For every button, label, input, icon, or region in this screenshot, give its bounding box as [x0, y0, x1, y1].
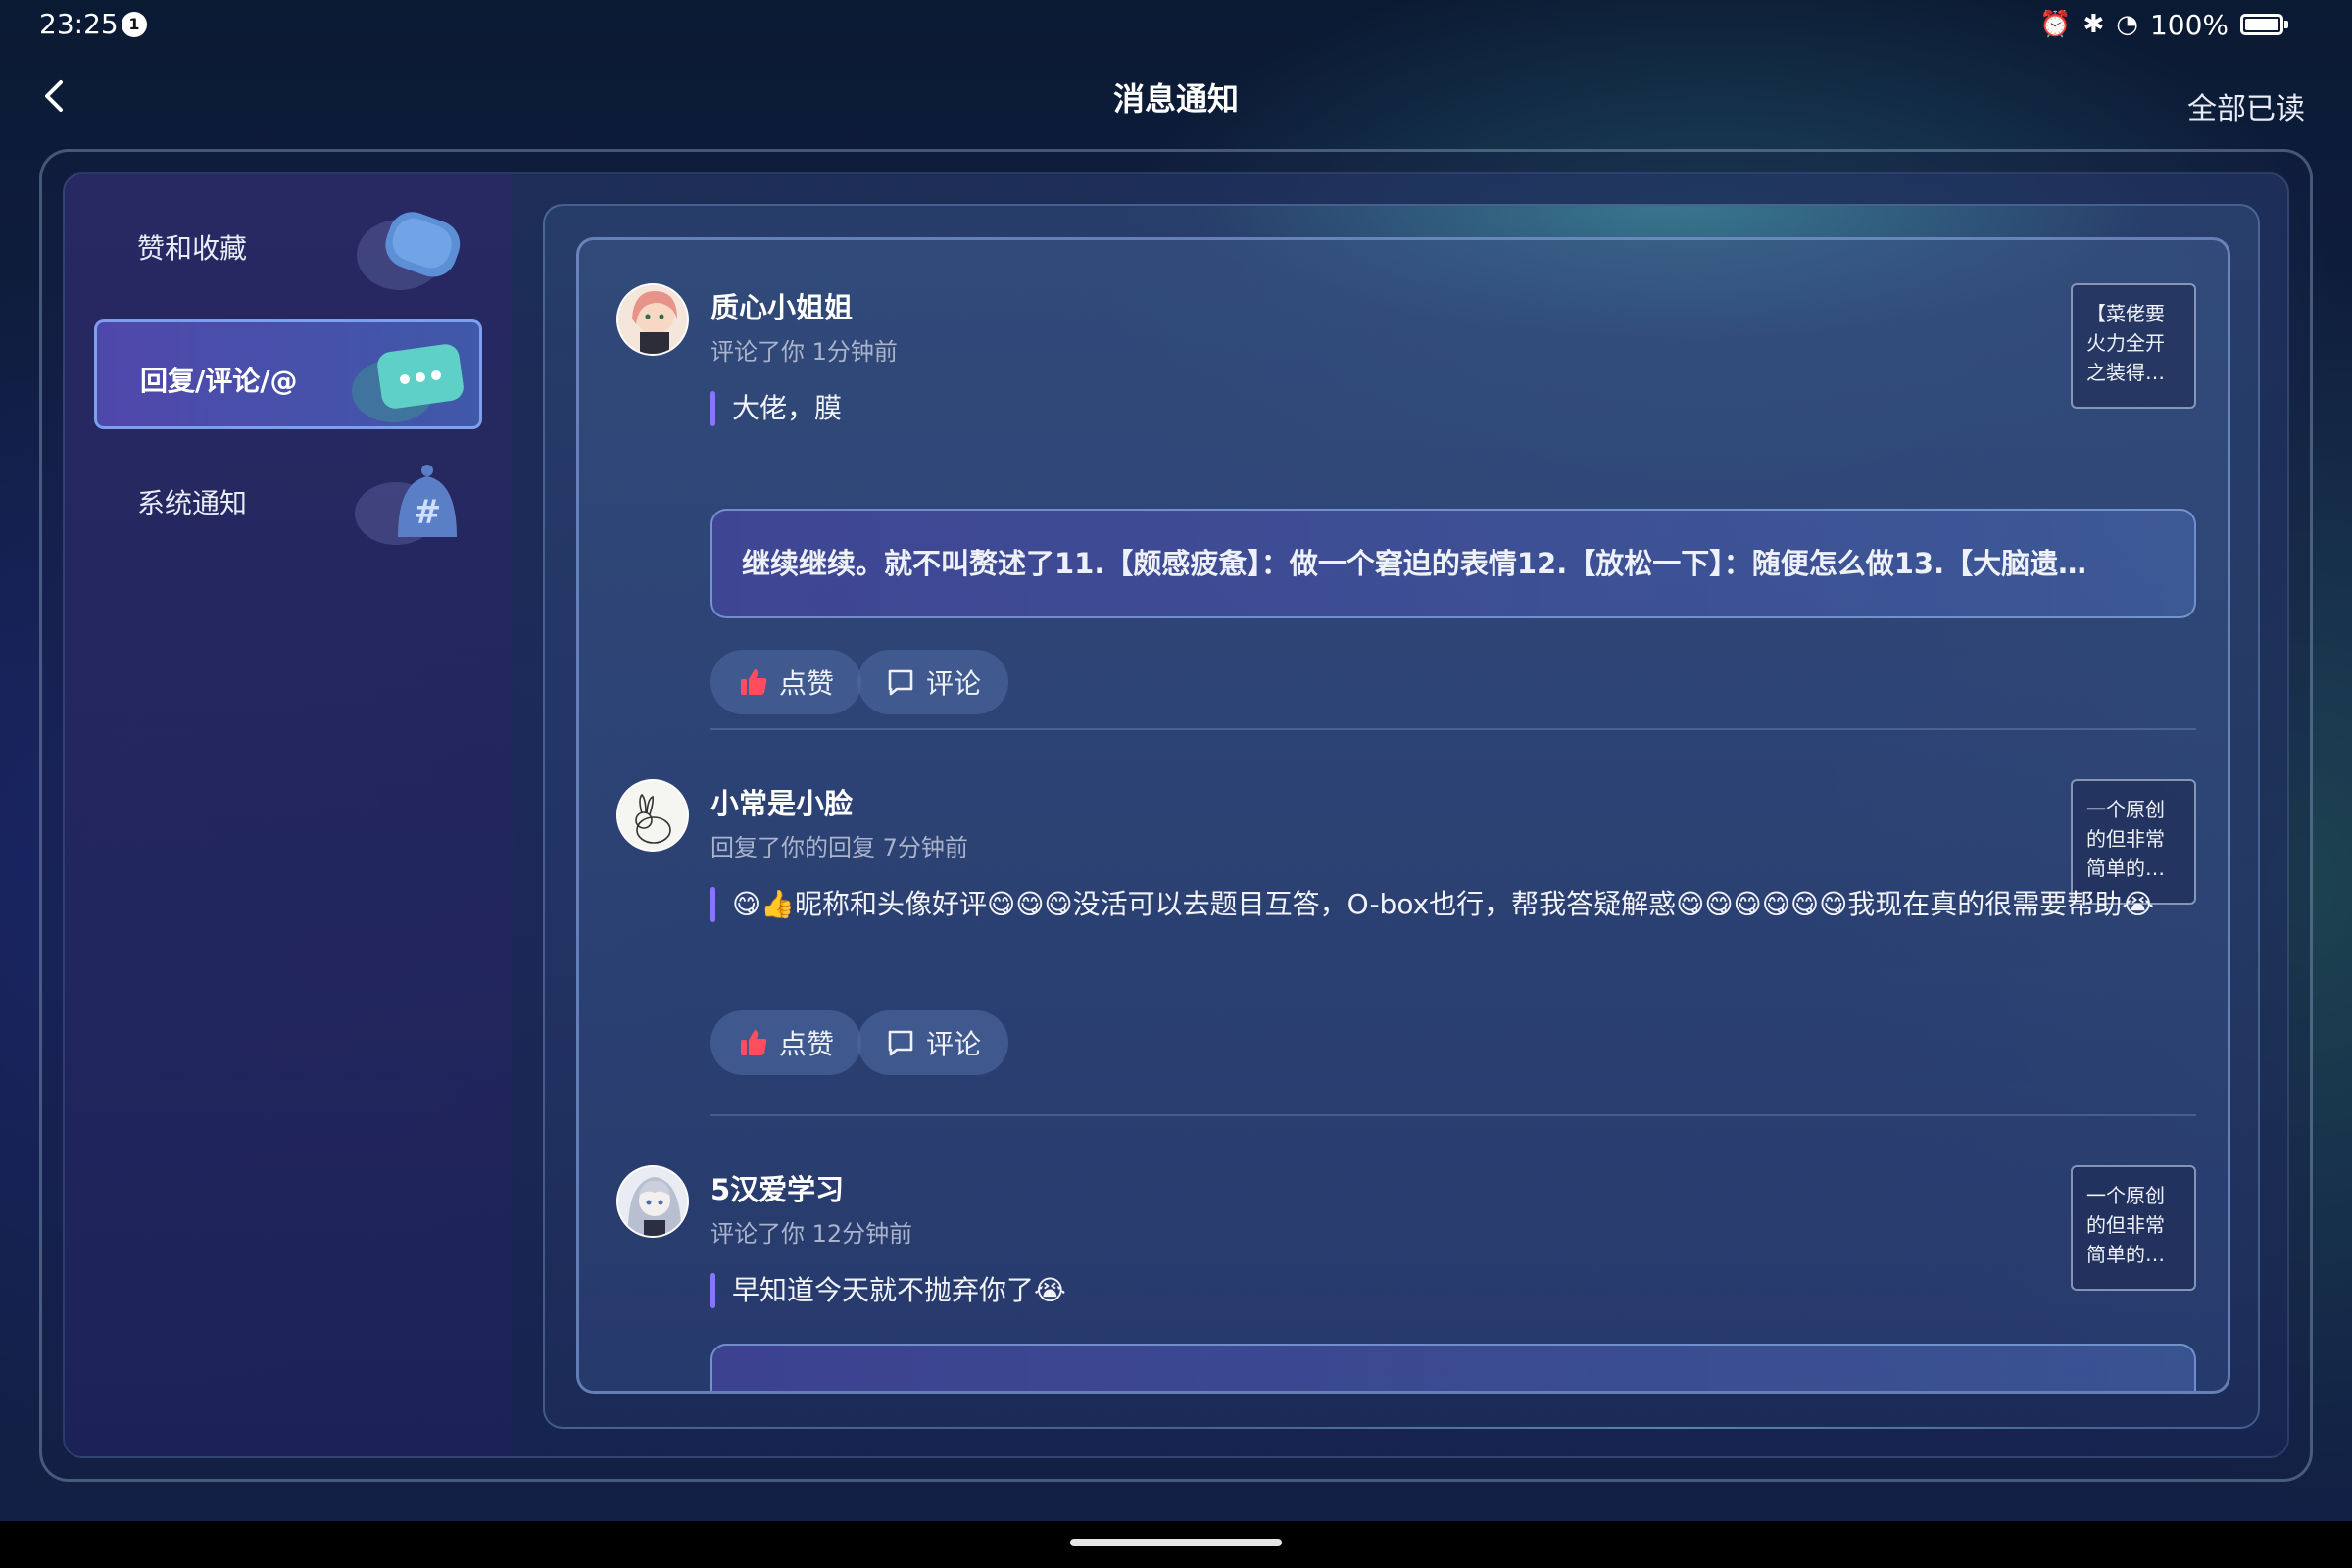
- sidebar-item-replies[interactable]: 回复/评论/@: [94, 319, 482, 429]
- ref-line: 【菜佬要: [2086, 302, 2165, 325]
- main-panel: 赞和收藏 回复/评论/@ 系统通知 # 质心小姐姐 评论了你 1分钟前 【菜佬要…: [63, 172, 2289, 1458]
- divider: [710, 1114, 2196, 1116]
- comment-label: 评论: [926, 667, 982, 700]
- divider: [710, 728, 2196, 730]
- comment-button[interactable]: 评论: [858, 650, 1009, 714]
- ref-line: 的但非常: [2086, 1213, 2165, 1237]
- chat-bubble-icon: [352, 344, 464, 422]
- comment-icon: [888, 1030, 913, 1056]
- referenced-post[interactable]: 一个原创 的但非常 简单的…: [2071, 1165, 2196, 1291]
- avatar[interactable]: [616, 283, 689, 356]
- content-area: 质心小姐姐 评论了你 1分钟前 【菜佬要 火力全开 之装得… 大佬，膜 继续继续…: [543, 204, 2260, 1429]
- comment-quote: 早知道今天就不抛弃你了😭: [710, 1271, 2063, 1310]
- username[interactable]: 5汉爱学习: [710, 1167, 844, 1208]
- like-button[interactable]: 点赞: [710, 650, 862, 714]
- home-indicator[interactable]: [1070, 1539, 1282, 1546]
- ref-line: 一个原创: [2086, 798, 2165, 821]
- battery-icon: [2240, 14, 2288, 35]
- status-time: 23:25: [39, 8, 119, 40]
- battery-percent: 100%: [2149, 8, 2229, 41]
- comment-button[interactable]: 评论: [858, 1010, 1009, 1075]
- ref-line: 之装得…: [2086, 361, 2165, 384]
- heart-bubble-icon: [357, 212, 461, 290]
- bell-hash-icon: #: [355, 465, 457, 545]
- sidebar-item-label: 回复/评论/@: [140, 365, 298, 397]
- mark-all-read-button[interactable]: 全部已读: [2187, 84, 2305, 127]
- ref-line: 的但非常: [2086, 827, 2165, 851]
- username[interactable]: 质心小姐姐: [710, 285, 853, 326]
- bluetooth-icon: ✱: [2082, 10, 2105, 39]
- notification-badge: 1: [122, 12, 147, 37]
- original-reply[interactable]: [710, 1344, 2196, 1391]
- ref-line: 一个原创: [2086, 1184, 2165, 1207]
- original-reply[interactable]: 继续继续。就不叫赘述了11.【颇感疲惫】：做一个窘迫的表情12.【放松一下】：随…: [710, 509, 2196, 618]
- sidebar-item-label: 赞和收藏: [137, 232, 248, 265]
- comment-icon: [888, 669, 913, 696]
- list-item: 小常是小脸 回复了你的回复 7分钟前 一个原创 的但非常 简单的… 😋👍昵称和头…: [616, 779, 2196, 1102]
- ref-line: 火力全开: [2086, 331, 2165, 355]
- status-icons: ⏰ ✱ ◔ 100%: [2039, 8, 2288, 41]
- list-item: 5汉爱学习 评论了你 12分钟前 一个原创 的但非常 简单的… 早知道今天就不抛…: [616, 1165, 2196, 1391]
- svg-text:#: #: [414, 493, 442, 532]
- sidebar: 赞和收藏 回复/评论/@ 系统通知 #: [65, 174, 512, 1456]
- alarm-icon: ⏰: [2039, 10, 2072, 39]
- wifi-icon: ◔: [2116, 10, 2138, 39]
- avatar[interactable]: [616, 1165, 689, 1238]
- like-label: 点赞: [779, 667, 835, 700]
- notification-meta: 评论了你 12分钟前: [710, 1220, 913, 1248]
- thumbs-up-icon: [741, 1030, 767, 1055]
- notification-meta: 回复了你的回复 7分钟前: [710, 834, 968, 861]
- avatar[interactable]: [616, 779, 689, 852]
- back-button[interactable]: [35, 73, 74, 120]
- ref-line: 简单的…: [2086, 1243, 2165, 1266]
- notification-meta: 评论了你 1分钟前: [710, 338, 898, 366]
- username[interactable]: 小常是小脸: [710, 781, 853, 822]
- list-item: 质心小姐姐 评论了你 1分钟前 【菜佬要 火力全开 之装得… 大佬，膜 继续继续…: [616, 283, 2196, 714]
- sidebar-item-label: 系统通知: [137, 487, 248, 519]
- status-bar: 23:25 1 ⏰ ✱ ◔ 100%: [0, 0, 2352, 51]
- like-label: 点赞: [779, 1028, 835, 1060]
- comment-label: 评论: [926, 1028, 982, 1060]
- page-title: 消息通知: [1112, 80, 1239, 118]
- comment-quote: 大佬，膜: [710, 389, 2063, 428]
- like-button[interactable]: 点赞: [710, 1010, 862, 1075]
- sidebar-item-likes[interactable]: 赞和收藏: [94, 190, 482, 300]
- ref-line: 简单的…: [2086, 857, 2165, 880]
- notification-list[interactable]: 质心小姐姐 评论了你 1分钟前 【菜佬要 火力全开 之装得… 大佬，膜 继续继续…: [576, 237, 2230, 1394]
- thumbs-up-icon: [741, 669, 767, 695]
- chevron-left-icon: [45, 80, 63, 112]
- comment-quote: 😋👍昵称和头像好评😋😋😋没活可以去题目互答，O-box也行，帮我答疑解惑😋😋😋😋…: [710, 885, 2196, 924]
- referenced-post[interactable]: 【菜佬要 火力全开 之装得…: [2071, 283, 2196, 409]
- sidebar-item-system[interactable]: 系统通知 #: [94, 445, 482, 555]
